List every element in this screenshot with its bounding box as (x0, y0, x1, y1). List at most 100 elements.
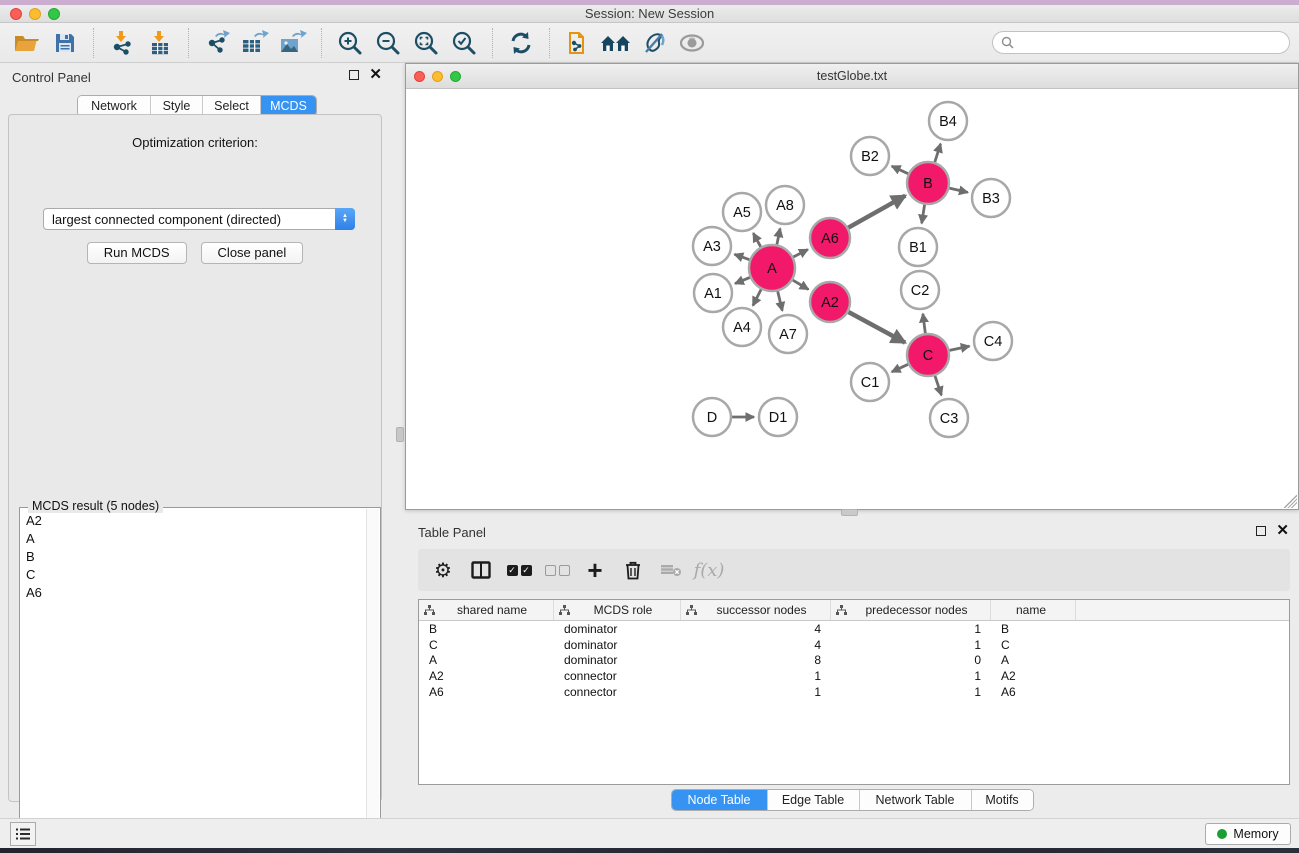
import-network-button[interactable] (103, 26, 141, 60)
close-table-panel-icon[interactable]: ✕ (1276, 526, 1289, 536)
graph-edge-C-C1[interactable] (892, 364, 908, 372)
home-view-button[interactable] (597, 26, 635, 60)
task-history-button[interactable] (10, 822, 36, 846)
column-header-successor-nodes[interactable]: successor nodes (681, 600, 831, 620)
tab-mcds[interactable]: MCDS (260, 96, 316, 116)
search-icon (1001, 36, 1014, 49)
table-cell: 4 (681, 638, 831, 652)
close-panel-icon[interactable]: ✕ (369, 70, 382, 80)
table-row[interactable]: Bdominator41B (419, 621, 1289, 637)
tab-select[interactable]: Select (202, 96, 260, 116)
graph-edge-A-A3[interactable] (735, 254, 750, 259)
graph-edge-B-B4[interactable] (935, 144, 941, 162)
float-table-panel-icon[interactable] (1256, 526, 1266, 536)
save-session-button[interactable] (46, 26, 84, 60)
vertical-scrollbar-thumb[interactable] (396, 427, 404, 442)
memory-status-icon (1217, 829, 1227, 839)
run-mcds-button[interactable]: Run MCDS (87, 242, 187, 264)
column-header-shared-name[interactable]: shared name (419, 600, 554, 620)
criterion-selected-value: largest connected component (directed) (44, 212, 335, 227)
hide-view-button[interactable] (673, 26, 711, 60)
mcds-result-item[interactable]: A6 (21, 583, 366, 601)
graph-edge-C-C3[interactable] (935, 376, 941, 395)
graph-node-label-C4: C4 (984, 334, 1003, 350)
memory-label: Memory (1233, 827, 1278, 841)
table-cell: 1 (831, 685, 991, 699)
graph-edge-A-A6[interactable] (793, 250, 808, 258)
criterion-dropdown[interactable]: largest connected component (directed) ▲… (43, 208, 355, 230)
style-off-button[interactable] (635, 26, 673, 60)
column-header-name[interactable]: name (991, 600, 1076, 620)
column-header-predecessor-nodes[interactable]: predecessor nodes (831, 600, 991, 620)
deselect-all-columns-button[interactable] (540, 553, 574, 587)
tab-edge-table[interactable]: Edge Table (767, 790, 859, 810)
graph-edge-B-B2[interactable] (892, 166, 908, 174)
split-columns-button[interactable] (464, 553, 498, 587)
close-panel-button[interactable]: Close panel (201, 242, 304, 264)
export-table-button[interactable] (236, 26, 274, 60)
select-all-columns-button[interactable]: ✓✓ (502, 553, 536, 587)
mcds-result-scrollbar[interactable] (366, 509, 379, 848)
clone-network-button[interactable] (559, 26, 597, 60)
mcds-result-item[interactable]: A2 (21, 511, 366, 529)
graph-edge-B-B1[interactable] (922, 205, 925, 224)
dropdown-stepper-icon: ▲▼ (335, 208, 355, 230)
graph-edge-A2-C[interactable] (849, 312, 906, 343)
graph-edge-A6-B[interactable] (848, 196, 905, 228)
add-column-button[interactable]: + (578, 553, 612, 587)
graph-node-label-B4: B4 (939, 114, 957, 130)
table-cell: A6 (419, 685, 554, 699)
mcds-result-item[interactable]: C (21, 565, 366, 583)
mcds-result-item[interactable]: A (21, 529, 366, 547)
tab-network[interactable]: Network (78, 96, 150, 116)
tab-style[interactable]: Style (150, 96, 202, 116)
table-settings-button[interactable]: ⚙ (426, 553, 460, 587)
graph-edge-C-C2[interactable] (923, 314, 925, 333)
column-header-MCDS-role[interactable]: MCDS role (554, 600, 681, 620)
float-panel-icon[interactable] (349, 70, 359, 80)
table-cell: C (991, 638, 1076, 652)
graph-node-label-A3: A3 (703, 239, 721, 255)
table-row[interactable]: Cdominator41C (419, 637, 1289, 653)
search-field[interactable] (992, 31, 1290, 54)
delete-table-button[interactable] (654, 553, 688, 587)
refresh-button[interactable] (502, 26, 540, 60)
status-bar: Memory (0, 818, 1299, 848)
optimization-criterion-label: Optimization criterion: (9, 135, 381, 150)
search-input[interactable] (1014, 34, 1289, 52)
import-table-button[interactable] (141, 26, 179, 60)
table-cell: 1 (831, 622, 991, 636)
graph-edge-A-A8[interactable] (777, 229, 780, 245)
export-image-button[interactable] (274, 26, 312, 60)
function-builder-button[interactable]: f(x) (692, 553, 726, 587)
table-row[interactable]: Adominator80A (419, 652, 1289, 668)
mcds-result-item[interactable]: B (21, 547, 366, 565)
delete-column-button[interactable] (616, 553, 650, 587)
network-window-titlebar[interactable]: testGlobe.txt (406, 64, 1298, 89)
memory-button[interactable]: Memory (1205, 823, 1291, 845)
network-canvas[interactable]: B4B2BB3A5A8A6B1A3AA1A2C2A4A7CC4C1C3DD1 (406, 89, 1298, 509)
style-disabled-icon (641, 31, 667, 55)
graph-node-label-D: D (707, 410, 717, 426)
tab-network-table[interactable]: Network Table (859, 790, 971, 810)
table-row[interactable]: A2connector11A2 (419, 668, 1289, 684)
graph-edge-A-A4[interactable] (753, 289, 761, 305)
tab-motifs[interactable]: Motifs (971, 790, 1033, 810)
open-session-button[interactable] (8, 26, 46, 60)
horizontal-scrollbar-thumb[interactable] (841, 509, 858, 516)
graph-edge-A-A5[interactable] (753, 233, 760, 247)
graph-node-label-A1: A1 (704, 286, 722, 302)
graph-edge-A-A7[interactable] (778, 291, 783, 310)
zoom-out-button[interactable] (369, 26, 407, 60)
graph-edge-B-B3[interactable] (949, 188, 967, 192)
table-row[interactable]: A6connector11A6 (419, 684, 1289, 700)
graph-edge-A-A2[interactable] (793, 280, 809, 289)
window-resize-grip[interactable] (1284, 495, 1297, 508)
tab-node-table[interactable]: Node Table (672, 790, 767, 810)
zoom-in-button[interactable] (331, 26, 369, 60)
graph-edge-C-C4[interactable] (950, 346, 970, 350)
graph-edge-A-A1[interactable] (735, 277, 750, 283)
zoom-fit-button[interactable] (407, 26, 445, 60)
zoom-selected-button[interactable] (445, 26, 483, 60)
export-network-button[interactable] (198, 26, 236, 60)
